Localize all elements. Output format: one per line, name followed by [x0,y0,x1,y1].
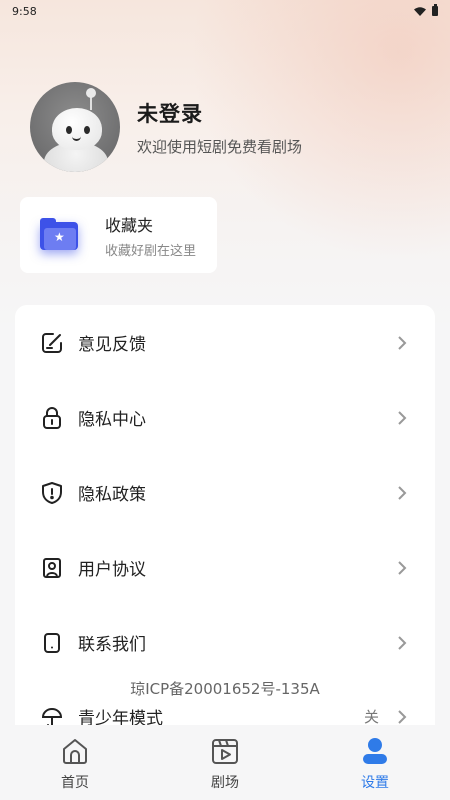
menu-label-privacy-policy: 隐私政策 [78,485,146,505]
avatar[interactable] [30,82,120,172]
chevron-right-icon [398,335,407,350]
menu-label-feedback: 意见反馈 [78,335,146,355]
menu-label-user-agreement: 用户协议 [78,560,146,580]
profile-name[interactable]: 未登录 [137,98,302,128]
menu-item-user-agreement[interactable]: 用户协议 [15,530,435,605]
tab-theater[interactable]: 剧场 [150,725,300,800]
battery-icon [432,4,438,16]
menu-item-privacy-center[interactable]: 隐私中心 [15,380,435,455]
bottom-tab-bar: 首页 剧场 设置 [0,725,450,800]
tab-label-settings: 设置 [361,775,389,791]
user-icon [363,738,387,764]
teen-mode-status: 关 [363,708,379,725]
chevron-right-icon [398,485,407,500]
status-bar: 9:58 [0,0,450,22]
favorites-subtitle: 收藏好剧在这里 [105,243,197,259]
tab-settings[interactable]: 设置 [300,725,450,800]
folder-star-icon: ★ [40,218,80,252]
favorites-title: 收藏夹 [105,215,154,235]
chevron-right-icon [398,635,407,650]
tab-label-theater: 剧场 [211,775,239,791]
shield-icon [40,481,64,505]
menu-item-privacy-policy[interactable]: 隐私政策 [15,455,435,530]
feedback-icon [40,331,64,355]
home-icon [63,739,87,764]
status-time: 9:58 [12,4,37,18]
phone-icon [40,631,64,655]
favorites-card[interactable]: ★ 收藏夹 收藏好剧在这里 [20,197,217,273]
lock-icon [40,406,64,430]
menu-label-teen-mode: 青少年模式 [78,709,163,725]
settings-menu: 意见反馈 隐私中心 隐私政策 用户协议 联系我们 琼ICP备20001652号-… [15,305,435,725]
profile-section[interactable]: 未登录 欢迎使用短剧免费看剧场 [30,82,302,172]
menu-item-contact-us[interactable]: 联系我们 [15,605,435,680]
tab-label-home: 首页 [61,775,89,791]
user-agreement-icon [40,556,64,580]
profile-subtitle: 欢迎使用短剧免费看剧场 [137,137,303,156]
menu-item-feedback[interactable]: 意见反馈 [15,305,435,380]
chevron-right-icon [398,410,407,425]
theater-icon [212,739,238,764]
wifi-icon [414,6,426,16]
chevron-right-icon [398,560,407,575]
chevron-right-icon [398,709,407,724]
menu-label-contact-us: 联系我们 [78,635,146,655]
umbrella-icon [40,705,64,725]
menu-item-teen-mode[interactable]: 青少年模式 关 [15,679,435,725]
menu-label-privacy-center: 隐私中心 [78,410,146,430]
status-icons [414,4,438,16]
tab-home[interactable]: 首页 [0,725,150,800]
